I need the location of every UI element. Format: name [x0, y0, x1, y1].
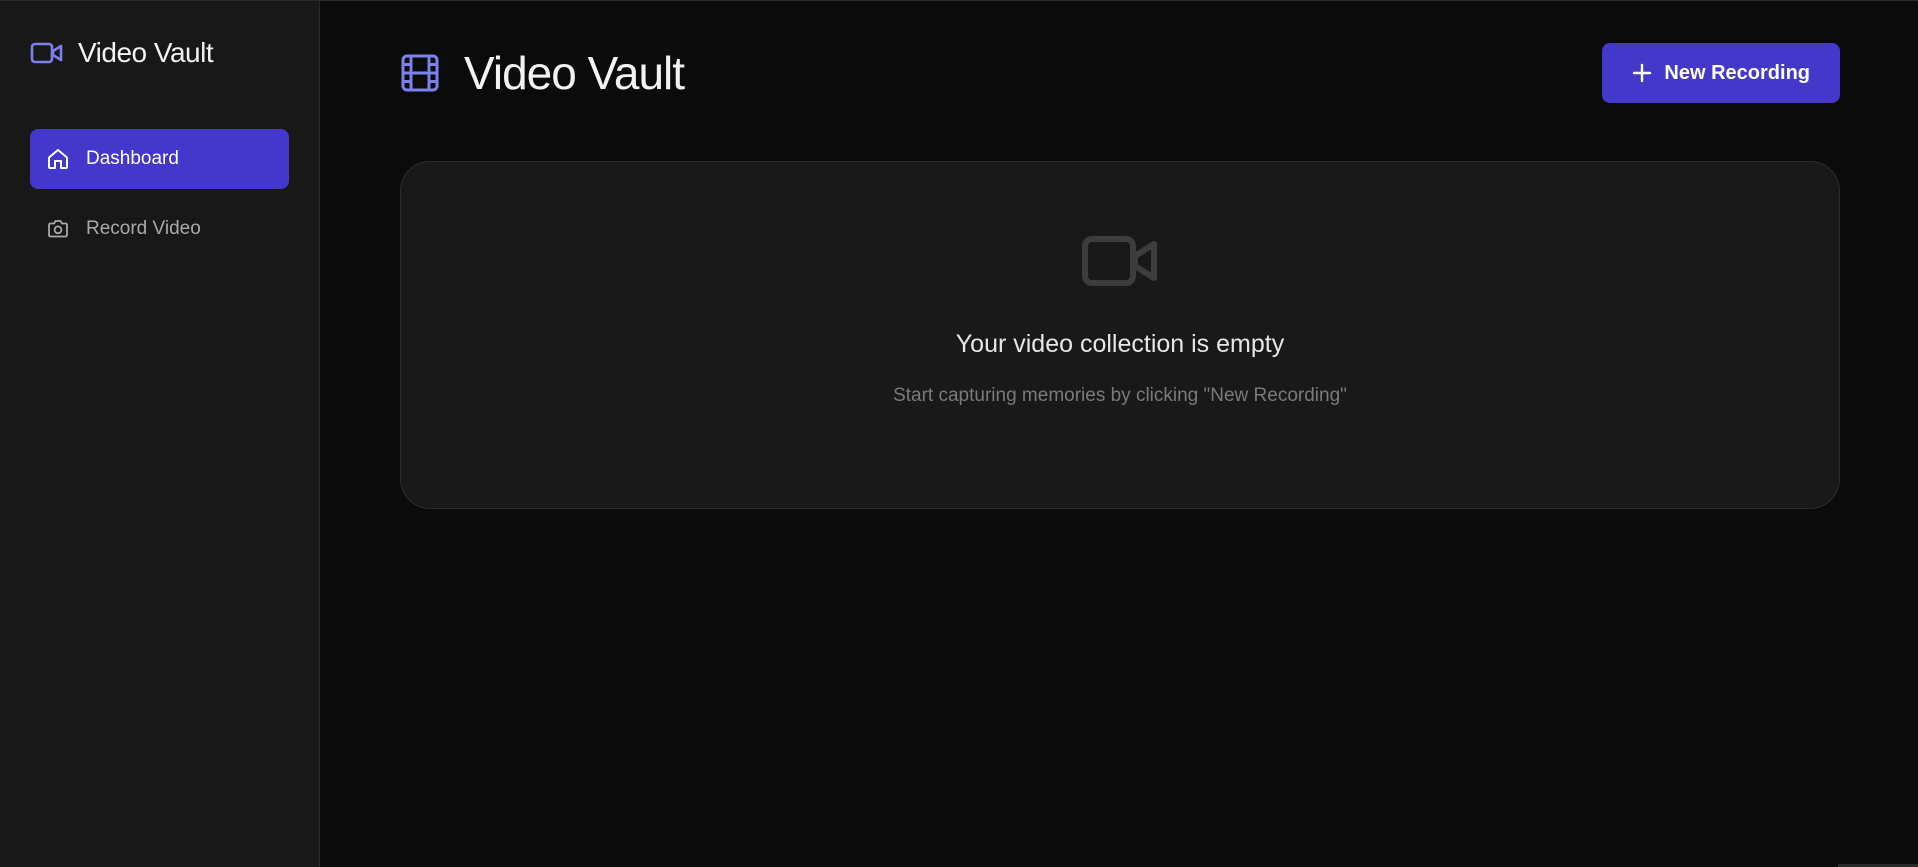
- plus-icon: [1632, 63, 1652, 83]
- page-title: Video Vault: [464, 47, 685, 99]
- sidebar-item-label: Record Video: [86, 218, 201, 239]
- empty-state-card: Your video collection is empty Start cap…: [400, 161, 1840, 509]
- page-header: Video Vault New Recording: [400, 41, 1840, 105]
- film-icon: [400, 53, 440, 93]
- sidebar-item-label: Dashboard: [86, 148, 179, 169]
- sidebar-item-dashboard[interactable]: Dashboard: [30, 129, 289, 189]
- page-title-group: Video Vault: [400, 46, 685, 100]
- main-content: Video Vault New Recording Your video col…: [320, 1, 1918, 867]
- sidebar-item-record-video[interactable]: Record Video: [30, 199, 289, 259]
- home-icon: [46, 147, 70, 171]
- sidebar-nav: Dashboard Record Video: [30, 129, 289, 259]
- video-camera-icon: [1082, 234, 1158, 288]
- new-recording-label: New Recording: [1664, 61, 1810, 84]
- new-recording-button[interactable]: New Recording: [1602, 43, 1840, 103]
- app-window: Video Vault Dashboard Record Video Video…: [0, 0, 1918, 867]
- empty-state-title: Your video collection is empty: [955, 330, 1285, 358]
- brand: Video Vault: [30, 37, 289, 69]
- brand-title: Video Vault: [78, 37, 214, 68]
- empty-state-subtitle: Start capturing memories by clicking "Ne…: [893, 385, 1347, 406]
- camera-icon: [46, 217, 70, 241]
- sidebar: Video Vault Dashboard Record Video: [0, 1, 320, 867]
- video-camera-icon: [30, 41, 64, 65]
